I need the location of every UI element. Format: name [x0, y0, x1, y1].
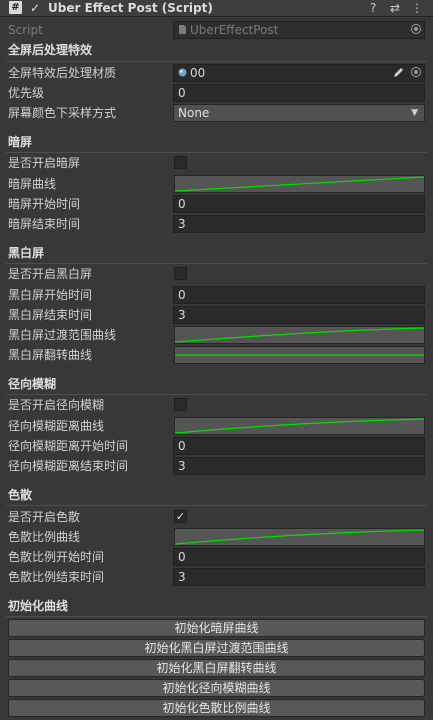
downsample-value: None: [178, 106, 210, 120]
priority-label: 优先级: [8, 86, 45, 100]
section-title-fullscreen: 全屏后处理特效: [8, 43, 93, 57]
bw-enable-checkbox[interactable]: [174, 267, 187, 280]
bw-flip-curve-row: 黑白屏翻转曲线: [0, 345, 433, 365]
bw-enable-row: 是否开启黑白屏: [0, 264, 433, 284]
radial-curve-graph: [175, 418, 424, 434]
radial-enable-row: 是否开启径向模糊: [0, 395, 433, 415]
chroma-end-label: 色散比例结束时间: [8, 570, 105, 584]
bw-end-field[interactable]: 3: [173, 306, 425, 324]
bw-flip-curve-graph: [175, 354, 424, 356]
edit-pencil-icon[interactable]: [393, 67, 404, 78]
priority-field[interactable]: 0: [173, 84, 425, 102]
chroma-enable-label: 是否开启色散: [8, 510, 81, 524]
chroma-start-row: 色散比例开始时间 0: [0, 547, 433, 567]
radial-curve-field[interactable]: [174, 417, 425, 435]
dark-start-label: 暗屏开始时间: [8, 197, 81, 211]
chroma-end-field[interactable]: 3: [173, 568, 425, 586]
bw-flip-curve-field[interactable]: [174, 346, 425, 364]
section-title-bw: 黑白屏: [8, 246, 45, 260]
init-bw-transition-curve-button[interactable]: 初始化黑白屏过渡范围曲线: [8, 639, 425, 657]
bw-transition-curve-field[interactable]: [174, 326, 425, 344]
script-row: Script UberEffectPost: [0, 20, 433, 40]
downsample-row: 屏幕颜色下采样方式 None ▼: [0, 103, 433, 123]
divider: [6, 505, 427, 506]
radial-start-row: 径向模糊距离开始时间 0: [0, 436, 433, 456]
init-radial-curve-button[interactable]: 初始化径向模糊曲线: [8, 679, 425, 697]
bw-start-row: 黑白屏开始时间 0: [0, 285, 433, 305]
radial-end-label: 径向模糊距离结束时间: [8, 459, 129, 473]
script-value: UberEffectPost: [190, 23, 279, 37]
dark-end-label: 暗屏结束时间: [8, 217, 81, 231]
section-title-chroma: 色散: [8, 488, 33, 502]
script-file-icon: [179, 25, 186, 34]
priority-row: 优先级 0: [0, 83, 433, 103]
material-label: 全屏特效后处理材质: [8, 66, 117, 80]
radial-enable-label: 是否开启径向模糊: [8, 398, 105, 412]
dark-enable-checkbox[interactable]: [174, 156, 187, 169]
dark-curve-label: 暗屏曲线: [8, 177, 57, 191]
dark-curve-graph: [175, 176, 424, 192]
dropdown-arrow-icon: ▼: [411, 108, 418, 118]
dark-start-row: 暗屏开始时间 0: [0, 194, 433, 214]
component-header: # ✓ Uber Effect Post (Script) ? ⇄ ⋮: [0, 0, 433, 17]
bw-start-label: 黑白屏开始时间: [8, 288, 93, 302]
chroma-curve-graph: [175, 529, 424, 545]
radial-start-field[interactable]: 0: [173, 437, 425, 455]
script-field[interactable]: UberEffectPost: [173, 21, 425, 39]
radial-end-field[interactable]: 3: [173, 457, 425, 475]
dark-enable-label: 是否开启暗屏: [8, 156, 81, 170]
material-sphere-icon: [178, 68, 187, 77]
bw-transition-curve-label: 黑白屏过渡范围曲线: [8, 328, 117, 342]
bw-transition-curve-row: 黑白屏过渡范围曲线: [0, 325, 433, 345]
material-field[interactable]: 00: [173, 64, 425, 82]
dark-start-field[interactable]: 0: [173, 195, 425, 213]
section-title-radial: 径向模糊: [8, 377, 57, 391]
chroma-enable-row: 是否开启色散 ✓: [0, 507, 433, 527]
bw-end-label: 黑白屏结束时间: [8, 308, 93, 322]
dark-enable-row: 是否开启暗屏: [0, 153, 433, 173]
dark-end-row: 暗屏结束时间 3: [0, 214, 433, 234]
section-title-init: 初始化曲线: [8, 599, 69, 613]
help-icon[interactable]: ?: [370, 0, 376, 16]
divider: [6, 61, 427, 62]
downsample-dropdown[interactable]: None ▼: [173, 104, 425, 122]
bw-start-field[interactable]: 0: [173, 286, 425, 304]
dark-end-field[interactable]: 3: [173, 215, 425, 233]
radial-curve-row: 径向模糊距离曲线: [0, 416, 433, 436]
chroma-curve-row: 色散比例曲线: [0, 527, 433, 547]
script-component-icon: #: [9, 1, 22, 14]
radial-end-row: 径向模糊距离结束时间 3: [0, 456, 433, 476]
chroma-start-label: 色散比例开始时间: [8, 550, 105, 564]
chroma-curve-field[interactable]: [174, 528, 425, 546]
divider: [6, 616, 427, 617]
chroma-end-row: 色散比例结束时间 3: [0, 567, 433, 587]
bw-flip-curve-label: 黑白屏翻转曲线: [8, 348, 93, 362]
radial-curve-label: 径向模糊距离曲线: [8, 419, 105, 433]
dark-curve-row: 暗屏曲线: [0, 174, 433, 194]
bw-enable-label: 是否开启黑白屏: [8, 267, 93, 281]
chroma-start-field[interactable]: 0: [173, 548, 425, 566]
component-title[interactable]: Uber Effect Post (Script): [48, 0, 213, 16]
bw-transition-curve-graph: [175, 327, 424, 343]
presets-icon[interactable]: ⇄: [390, 0, 400, 16]
radial-start-label: 径向模糊距离开始时间: [8, 439, 129, 453]
bw-end-row: 黑白屏结束时间 3: [0, 305, 433, 325]
init-bw-flip-curve-button[interactable]: 初始化黑白屏翻转曲线: [8, 659, 425, 677]
script-label: Script: [8, 23, 43, 37]
init-dark-curve-button[interactable]: 初始化暗屏曲线: [8, 619, 425, 637]
section-title-dark: 暗屏: [8, 135, 33, 149]
material-value: 00: [190, 66, 206, 80]
component-enabled-checkbox[interactable]: ✓: [30, 0, 40, 16]
dark-curve-field[interactable]: [174, 175, 425, 193]
chroma-curve-label: 色散比例曲线: [8, 530, 81, 544]
downsample-label: 屏幕颜色下采样方式: [8, 106, 117, 120]
radial-enable-checkbox[interactable]: [174, 398, 187, 411]
material-row: 全屏特效后处理材质 00: [0, 63, 433, 83]
init-chroma-curve-button[interactable]: 初始化色散比例曲线: [8, 699, 425, 717]
object-picker-icon[interactable]: [411, 24, 421, 34]
object-picker-icon[interactable]: [411, 67, 421, 77]
chroma-enable-checkbox[interactable]: ✓: [174, 510, 187, 523]
more-options-icon[interactable]: ⋮: [411, 0, 423, 16]
